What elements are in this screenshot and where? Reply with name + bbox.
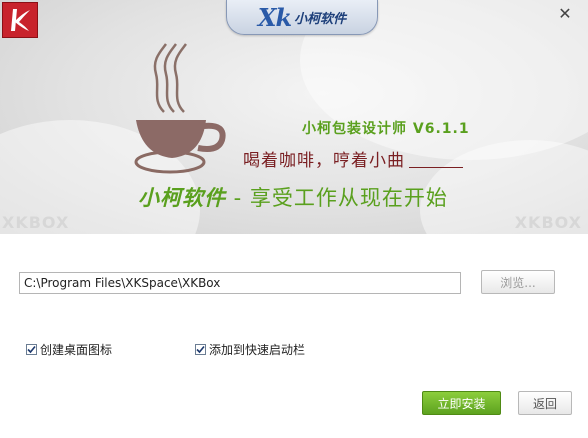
checkbox-box[interactable] bbox=[195, 344, 206, 355]
quick-launch-checkbox[interactable]: 添加到快速启动栏 bbox=[195, 341, 305, 358]
product-title: 小柯包装设计师 V6.1.1 bbox=[302, 121, 470, 137]
k-logo-icon bbox=[11, 9, 30, 31]
checkmark-icon bbox=[27, 345, 36, 354]
browse-button[interactable]: 浏览... bbox=[481, 270, 555, 294]
quick-launch-label: 添加到快速启动栏 bbox=[209, 343, 306, 357]
coffee-cup-icon bbox=[134, 43, 226, 174]
lyric-label: 喝着咖啡，哼着小曲 bbox=[243, 151, 405, 171]
checkbox-box[interactable] bbox=[26, 344, 37, 355]
close-icon[interactable]: ✕ bbox=[556, 4, 574, 23]
desktop-icon-checkbox[interactable]: 创建桌面图标 bbox=[26, 341, 112, 358]
brand-tab: Xk 小柯软件 bbox=[226, 0, 378, 35]
slogan: 小柯软件 - 享受工作从现在开始 bbox=[138, 182, 448, 212]
slogan-brand: 小柯软件 bbox=[138, 185, 226, 210]
install-path-input[interactable] bbox=[19, 272, 461, 294]
brand-tab-logo: Xk bbox=[257, 2, 292, 32]
desktop-icon-label: 创建桌面图标 bbox=[40, 343, 113, 357]
brand-tab-name: 小柯软件 bbox=[294, 11, 347, 27]
checkmark-icon bbox=[196, 345, 205, 354]
slogan-text: - 享受工作从现在开始 bbox=[226, 186, 448, 210]
app-logo bbox=[2, 2, 38, 38]
watermark-right: XKBOX bbox=[514, 213, 582, 232]
install-button[interactable]: 立即安装 bbox=[422, 391, 501, 415]
watermark-left: XKBOX bbox=[2, 213, 70, 232]
back-button[interactable]: 返回 bbox=[518, 391, 572, 415]
banner: Xk 小柯软件 ✕ 小柯包装设计师 V6.1.1 喝着咖啡，哼着小曲 小柯软件 … bbox=[0, 0, 588, 234]
lyric-underline bbox=[409, 167, 463, 168]
lyric-text: 喝着咖啡，哼着小曲 bbox=[243, 146, 463, 171]
